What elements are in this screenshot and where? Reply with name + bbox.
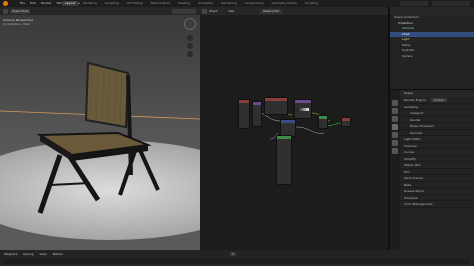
timeline: Playback Keying View Marker 1: [0, 250, 474, 266]
render-tab-icon[interactable]: [392, 108, 398, 114]
render-engine-dropdown[interactable]: Cycles: [430, 98, 447, 102]
tool-tab-icon[interactable]: [392, 100, 398, 106]
tab-animation[interactable]: Animation: [195, 1, 216, 6]
world-tab-icon[interactable]: [392, 132, 398, 138]
output-tab-icon[interactable]: [392, 116, 398, 122]
material-tab-icon[interactable]: [392, 148, 398, 154]
viewport-overlay-title: Camera Perspective: [3, 18, 34, 22]
tab-geometry-nodes[interactable]: Geometry Nodes: [269, 1, 300, 6]
camera-view-icon[interactable]: [187, 51, 193, 57]
navigation-gizmo-icon[interactable]: [184, 18, 196, 30]
timeline-keying[interactable]: Keying: [23, 252, 33, 256]
scene-tab-icon[interactable]: [392, 124, 398, 130]
timeline-menu: Playback Keying View Marker: [0, 250, 474, 258]
pan-icon[interactable]: [187, 43, 193, 49]
current-frame[interactable]: 1: [230, 252, 236, 256]
viewport-header: Object Mode: [0, 7, 200, 15]
viewport-overlay-subtitle: (1) Collection | Chair: [3, 23, 30, 26]
3d-viewport[interactable]: Camera Perspective (1) Collection | Chai…: [0, 15, 200, 250]
node-editor-mode[interactable]: Object: [209, 9, 217, 14]
view-layer-selector[interactable]: [432, 1, 470, 6]
node-editor-type-icon[interactable]: [202, 8, 207, 14]
node-material-output[interactable]: [341, 117, 351, 127]
editor-type-icon[interactable]: [3, 8, 8, 14]
tab-compositing[interactable]: Compositing: [242, 1, 267, 6]
node-editor-header: Object View Material.001: [200, 7, 388, 15]
tab-layout[interactable]: Layout: [62, 1, 79, 6]
mode-dropdown[interactable]: Object Mode: [10, 8, 31, 14]
zoom-icon[interactable]: [187, 35, 193, 41]
tab-uv-editing[interactable]: UV Editing: [124, 1, 146, 6]
properties-panel: Scene Render Engine Cycles Sampling View…: [390, 90, 474, 250]
node-texture-coordinate[interactable]: [238, 99, 250, 129]
top-menu-bar: File Edit Render Window Help Layout Mode…: [0, 0, 474, 7]
scene-selector[interactable]: [400, 1, 428, 6]
timeline-track[interactable]: [4, 259, 470, 264]
tab-shading[interactable]: Shading: [175, 1, 193, 6]
outliner-item[interactable]: Sphere: [390, 54, 474, 60]
tab-modeling[interactable]: Modeling: [80, 1, 100, 6]
timeline-view[interactable]: View: [39, 252, 46, 256]
node-editor-view-menu[interactable]: View: [228, 9, 234, 14]
node-mix-shader[interactable]: [318, 115, 328, 129]
viewport-scene: [0, 15, 200, 250]
tab-sculpting[interactable]: Sculpting: [102, 1, 122, 6]
workspace-tabs: Layout Modeling Sculpting UV Editing Tex…: [62, 1, 321, 6]
timeline-marker[interactable]: Marker: [53, 252, 63, 256]
node-principled-bsdf[interactable]: [276, 135, 292, 185]
properties-tab-bar: [390, 90, 400, 250]
tab-texture-paint[interactable]: Texture Paint: [148, 1, 173, 6]
menu-edit[interactable]: Edit: [30, 1, 36, 5]
properties-header: Scene: [390, 90, 474, 97]
timeline-playback[interactable]: Playback: [4, 252, 17, 256]
shader-node-editor[interactable]: [200, 15, 388, 250]
material-selector[interactable]: Material.001: [260, 8, 283, 14]
chair-backrest: [84, 61, 130, 129]
menu-file[interactable]: File: [20, 1, 25, 5]
node-mapping[interactable]: [252, 101, 262, 127]
object-tab-icon[interactable]: [392, 140, 398, 146]
node-color-ramp[interactable]: [294, 99, 312, 119]
tab-scripting[interactable]: Scripting: [302, 1, 321, 6]
tab-rendering[interactable]: Rendering: [218, 1, 239, 6]
section-color-management[interactable]: Color Management: [390, 201, 474, 208]
outliner-header: [390, 7, 474, 15]
node-image-texture[interactable]: [264, 97, 288, 115]
blender-logo-icon[interactable]: [3, 1, 8, 6]
outliner: Scene Collection Collection Camera Chair…: [390, 7, 474, 89]
viewport-shading-buttons[interactable]: [172, 8, 196, 14]
menu-render[interactable]: Render: [41, 1, 52, 5]
